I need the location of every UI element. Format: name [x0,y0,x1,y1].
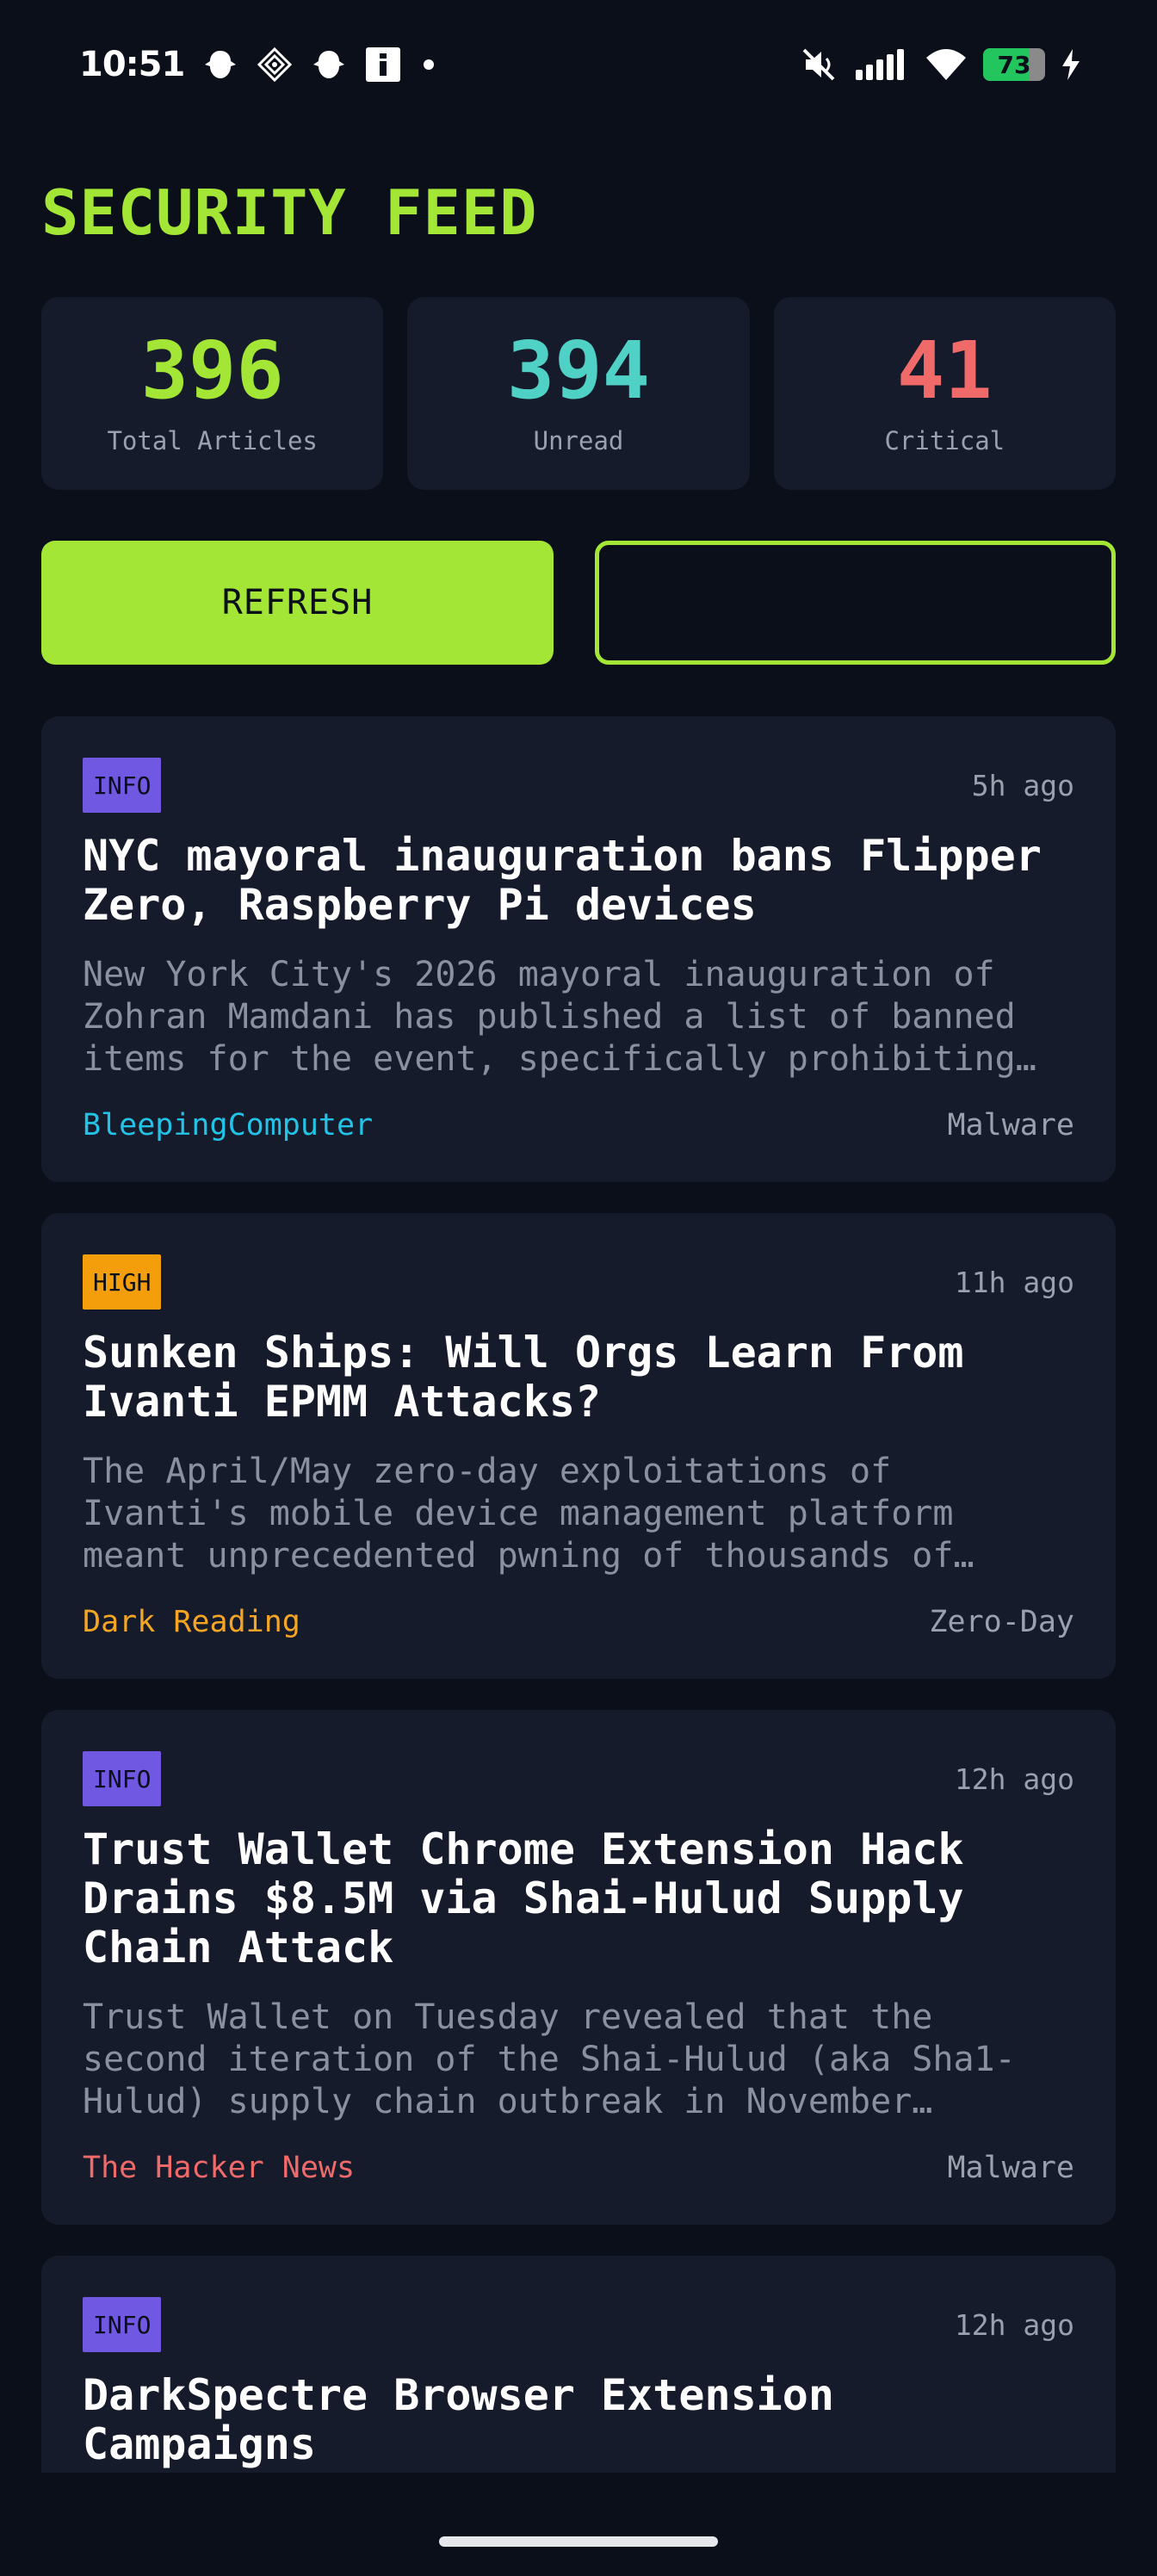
article-time: 5h ago [971,768,1074,802]
stat-card-critical: 41 Critical [773,297,1116,490]
severity-badge: INFO [83,2297,162,2352]
article-source[interactable]: Dark Reading [83,1605,300,1639]
article-source[interactable]: BleepingComputer [83,1108,373,1142]
article-time: 12h ago [954,2307,1074,2342]
article-source[interactable]: The Hacker News [83,2151,355,2185]
stat-card-unread: 394 Unread [407,297,750,490]
article-title: Trust Wallet Chrome Extension Hack Drain… [83,1824,964,1972]
article-header: INFO 12h ago [83,1751,1074,1806]
mute-icon [799,45,838,84]
notification-icon [310,47,348,82]
refresh-button[interactable]: REFRESH [41,541,554,665]
status-right: 73 [799,45,1081,84]
info-icon [365,46,401,83]
stat-label: Unread [533,426,624,455]
stat-label: Critical [884,426,1005,455]
status-left: 10:51 [79,45,439,84]
article-footer: The Hacker News Malware [83,2151,1074,2185]
stats-row: 396 Total Articles 394 Unread 41 Critica… [41,297,1116,490]
article-summary: The April/May zero-day exploitations of … [83,1452,954,1576]
wifi-icon [925,47,968,82]
app-icon [257,46,293,83]
severity-badge: INFO [83,758,162,813]
article-card[interactable]: INFO 5h ago NYC mayoral inauguration ban… [41,716,1116,1182]
article-category: Malware [947,1108,1074,1142]
action-buttons: REFRESH SOURCES [41,541,1116,665]
article-header: INFO 12h ago [83,2297,1074,2352]
article-footer: BleepingComputer Malware [83,1108,1074,1142]
article-time: 12h ago [954,1762,1074,1796]
home-indicator[interactable] [439,2536,718,2547]
article-feed[interactable]: INFO 5h ago NYC mayoral inauguration ban… [41,716,1116,2473]
article-header: HIGH 11h ago [83,1254,1074,1310]
article-category: Zero-Day [929,1605,1074,1639]
stat-card-total: 396 Total Articles [41,297,384,490]
article-title: NYC mayoral inauguration bans Flipper Ze… [83,831,1042,930]
stat-label: Total Articles [107,426,318,455]
severity-badge: INFO [83,1751,162,1806]
article-summary: Trust Wallet on Tuesday revealed that th… [83,1997,1016,2121]
clock: 10:51 [79,45,185,84]
signal-icon [854,47,909,82]
stat-value: 396 [140,325,284,417]
battery-level: 73 [997,50,1031,79]
article-card[interactable]: INFO 12h ago DarkSpectre Browser Extensi… [41,2256,1116,2473]
article-category: Malware [947,2151,1074,2185]
charging-icon [1061,47,1081,82]
battery-icon: 73 [983,48,1045,81]
article-footer: Dark Reading Zero-Day [83,1605,1074,1639]
article-card[interactable]: INFO 12h ago Trust Wallet Chrome Extensi… [41,1710,1116,2225]
article-summary: New York City's 2026 mayoral inauguratio… [83,955,1016,1079]
article-time: 11h ago [954,1265,1074,1299]
article-header: INFO 5h ago [83,758,1074,813]
severity-badge: HIGH [83,1254,162,1310]
sources-button[interactable]: SOURCES [595,541,1116,665]
status-bar: 10:51 73 [0,0,1157,129]
page-title: SECURITY FEED [41,176,538,249]
article-title: DarkSpectre Browser Extension Campaigns [83,2370,834,2469]
article-card[interactable]: HIGH 11h ago Sunken Ships: Will Orgs Lea… [41,1213,1116,1679]
stat-value: 394 [506,325,651,417]
stat-value: 41 [896,325,993,417]
dot-icon [418,54,439,75]
article-title: Sunken Ships: Will Orgs Learn From Ivant… [83,1328,964,1427]
notification-icon [201,47,239,82]
